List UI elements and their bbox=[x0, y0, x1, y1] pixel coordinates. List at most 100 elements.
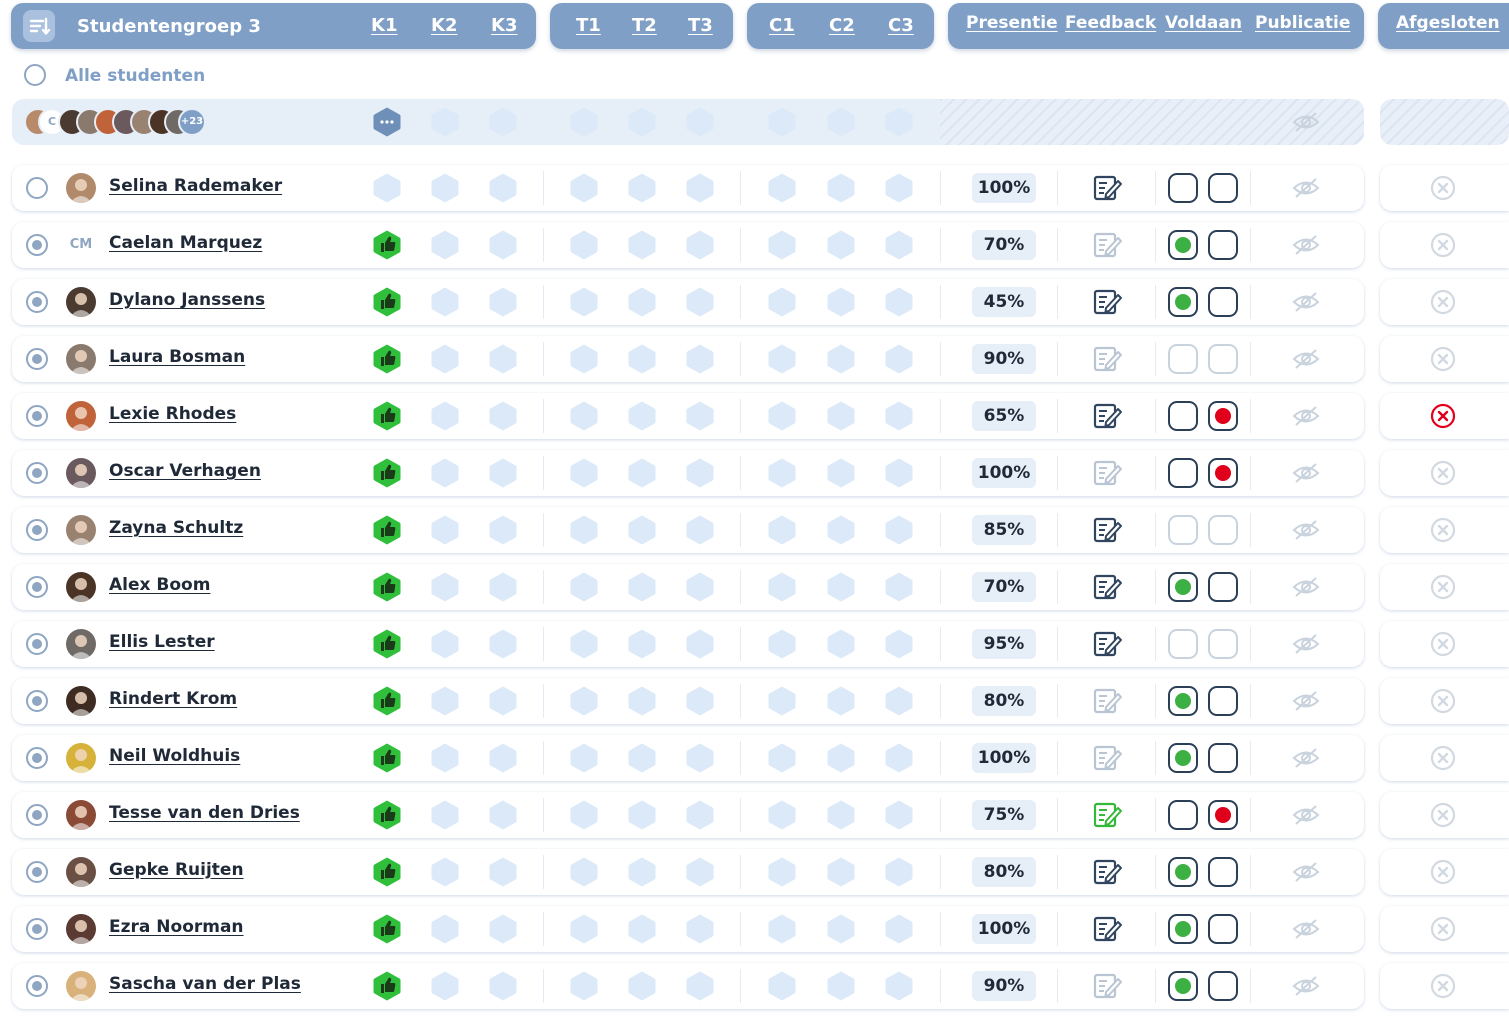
student-name-link[interactable]: Selina Rademaker bbox=[109, 176, 282, 196]
thumbs-up-icon[interactable] bbox=[372, 628, 402, 660]
edit-feedback-icon[interactable] bbox=[1092, 857, 1124, 887]
empty-hex-icon[interactable] bbox=[685, 229, 715, 261]
failed-toggle[interactable] bbox=[1208, 287, 1238, 317]
student-name-link[interactable]: Neil Woldhuis bbox=[109, 746, 240, 766]
empty-hex-icon[interactable] bbox=[884, 913, 914, 945]
edit-feedback-icon[interactable] bbox=[1092, 344, 1124, 374]
eye-off-icon[interactable] bbox=[1292, 110, 1320, 134]
empty-hex-icon[interactable] bbox=[685, 172, 715, 204]
row-checkbox[interactable] bbox=[26, 747, 48, 769]
empty-hex-icon[interactable] bbox=[884, 799, 914, 831]
passed-toggle[interactable] bbox=[1168, 914, 1198, 944]
student-name-link[interactable]: Gepke Ruijten bbox=[109, 860, 244, 880]
passed-toggle[interactable] bbox=[1168, 857, 1198, 887]
empty-hex-icon[interactable] bbox=[627, 970, 657, 1002]
passed-toggle[interactable] bbox=[1168, 515, 1198, 545]
empty-hex-icon[interactable] bbox=[685, 970, 715, 1002]
empty-hex-icon[interactable] bbox=[488, 172, 518, 204]
failed-toggle[interactable] bbox=[1208, 458, 1238, 488]
empty-hex-icon[interactable] bbox=[488, 799, 518, 831]
student-name-link[interactable]: Lexie Rhodes bbox=[109, 404, 236, 424]
row-checkbox[interactable] bbox=[26, 861, 48, 883]
thumbs-up-icon[interactable] bbox=[372, 685, 402, 717]
failed-toggle[interactable] bbox=[1208, 971, 1238, 1001]
empty-hex-icon[interactable] bbox=[430, 856, 460, 888]
empty-hex-icon[interactable] bbox=[569, 571, 599, 603]
more-options-icon[interactable] bbox=[372, 106, 402, 138]
thumbs-up-icon[interactable] bbox=[372, 343, 402, 375]
eye-off-icon[interactable] bbox=[1292, 746, 1320, 770]
student-name-link[interactable]: Ellis Lester bbox=[109, 632, 215, 652]
failed-toggle[interactable] bbox=[1208, 173, 1238, 203]
passed-toggle[interactable] bbox=[1168, 287, 1198, 317]
empty-hex-icon[interactable] bbox=[627, 286, 657, 318]
empty-hex-icon[interactable] bbox=[884, 343, 914, 375]
thumbs-up-icon[interactable] bbox=[372, 799, 402, 831]
close-circle-icon[interactable] bbox=[1430, 232, 1456, 258]
failed-toggle[interactable] bbox=[1208, 629, 1238, 659]
eye-off-icon[interactable] bbox=[1292, 917, 1320, 941]
empty-hex-icon[interactable] bbox=[430, 286, 460, 318]
col-c3[interactable]: C3 bbox=[888, 15, 914, 36]
thumbs-up-icon[interactable] bbox=[372, 400, 402, 432]
edit-feedback-icon[interactable] bbox=[1092, 800, 1124, 830]
empty-hex-icon[interactable] bbox=[884, 628, 914, 660]
student-name-link[interactable]: Sascha van der Plas bbox=[109, 974, 301, 994]
empty-hex-icon[interactable] bbox=[685, 799, 715, 831]
close-circle-icon[interactable] bbox=[1430, 631, 1456, 657]
empty-hex-icon[interactable] bbox=[430, 628, 460, 660]
empty-hex-icon[interactable] bbox=[430, 970, 460, 1002]
empty-hex-icon[interactable] bbox=[826, 856, 856, 888]
empty-hex-icon[interactable] bbox=[430, 799, 460, 831]
col-k3[interactable]: K3 bbox=[491, 15, 517, 36]
edit-feedback-icon[interactable] bbox=[1092, 287, 1124, 317]
empty-hex-icon[interactable] bbox=[826, 229, 856, 261]
close-circle-icon[interactable] bbox=[1430, 517, 1456, 543]
row-checkbox[interactable] bbox=[26, 576, 48, 598]
thumbs-up-icon[interactable] bbox=[372, 514, 402, 546]
empty-hex-icon[interactable] bbox=[884, 286, 914, 318]
empty-hex-icon[interactable] bbox=[488, 514, 518, 546]
empty-hex-icon[interactable] bbox=[627, 799, 657, 831]
empty-hex-icon[interactable] bbox=[372, 172, 402, 204]
empty-hex-icon[interactable] bbox=[767, 856, 797, 888]
student-name-link[interactable]: Dylano Janssens bbox=[109, 290, 265, 310]
empty-hex-icon[interactable] bbox=[627, 628, 657, 660]
empty-hex-icon[interactable] bbox=[569, 400, 599, 432]
empty-hex-icon[interactable] bbox=[767, 799, 797, 831]
empty-hex-icon[interactable] bbox=[488, 913, 518, 945]
empty-hex-icon[interactable] bbox=[569, 856, 599, 888]
row-checkbox[interactable] bbox=[26, 405, 48, 427]
empty-hex-icon[interactable] bbox=[685, 457, 715, 489]
empty-hex-icon[interactable] bbox=[826, 514, 856, 546]
empty-hex-icon[interactable] bbox=[826, 628, 856, 660]
empty-hex-icon[interactable] bbox=[767, 970, 797, 1002]
empty-hex-icon[interactable] bbox=[884, 685, 914, 717]
empty-hex-icon[interactable] bbox=[488, 742, 518, 774]
empty-hex-icon[interactable] bbox=[627, 856, 657, 888]
empty-hex-icon[interactable] bbox=[685, 286, 715, 318]
eye-off-icon[interactable] bbox=[1292, 404, 1320, 428]
thumbs-up-icon[interactable] bbox=[372, 970, 402, 1002]
failed-toggle[interactable] bbox=[1208, 743, 1238, 773]
empty-hex-icon[interactable] bbox=[430, 343, 460, 375]
passed-toggle[interactable] bbox=[1168, 971, 1198, 1001]
empty-hex-icon[interactable] bbox=[767, 913, 797, 945]
col-publicatie[interactable]: Publicatie bbox=[1255, 13, 1350, 33]
empty-hex-icon[interactable] bbox=[826, 913, 856, 945]
empty-hex-icon[interactable] bbox=[685, 343, 715, 375]
failed-toggle[interactable] bbox=[1208, 800, 1238, 830]
empty-hex-icon[interactable] bbox=[488, 343, 518, 375]
empty-hex-icon[interactable] bbox=[488, 856, 518, 888]
empty-hex-icon[interactable] bbox=[826, 970, 856, 1002]
close-circle-icon[interactable] bbox=[1430, 403, 1456, 429]
edit-feedback-icon[interactable] bbox=[1092, 572, 1124, 602]
eye-off-icon[interactable] bbox=[1292, 461, 1320, 485]
empty-hex-icon[interactable] bbox=[767, 400, 797, 432]
row-checkbox[interactable] bbox=[26, 633, 48, 655]
col-presentie[interactable]: Presentie bbox=[966, 13, 1058, 33]
empty-hex-icon[interactable] bbox=[826, 571, 856, 603]
empty-hex-icon[interactable] bbox=[826, 400, 856, 432]
close-circle-icon[interactable] bbox=[1430, 574, 1456, 600]
passed-toggle[interactable] bbox=[1168, 686, 1198, 716]
